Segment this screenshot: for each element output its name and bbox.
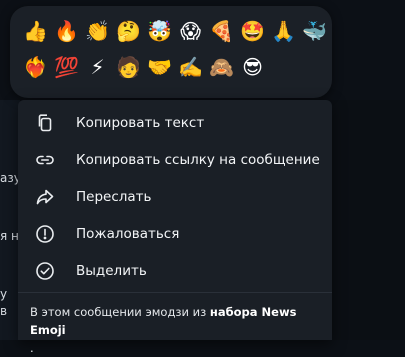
reaction-picker: 👍 🔥 👏 🤔 🤯 😱 🍕 🤩 🙏 🐳 ❤️‍🔥 💯 ⚡ 🧑 🤝 ✍️ 🙈 😎 xyxy=(10,6,332,98)
reaction-thumbs-up[interactable]: 👍 xyxy=(20,16,51,46)
reaction-handshake[interactable]: 🤝 xyxy=(144,52,175,82)
menu-item-label: Переслать xyxy=(76,188,152,205)
menu-item-label: Выделить xyxy=(76,262,147,279)
menu-item-copy-link[interactable]: Копировать ссылку на сообщение xyxy=(18,141,332,178)
reaction-thinking[interactable]: 🤔 xyxy=(113,16,144,46)
reaction-row: 👍 🔥 👏 🤔 🤯 😱 🍕 🤩 🙏 🐳 xyxy=(20,16,330,46)
copy-icon xyxy=(35,113,55,133)
reaction-clap[interactable]: 👏 xyxy=(82,16,113,46)
reaction-row: ❤️‍🔥 💯 ⚡ 🧑 🤝 ✍️ 🙈 😎 xyxy=(20,52,268,82)
menu-item-forward[interactable]: Переслать xyxy=(18,178,332,215)
menu-item-select[interactable]: Выделить xyxy=(18,252,332,289)
chat-text-fragment: у xyxy=(0,287,8,301)
menu-item-label: Копировать ссылку на сообщение xyxy=(76,151,320,168)
link-icon xyxy=(35,150,55,170)
chat-background-right xyxy=(330,100,405,340)
reaction-whale[interactable]: 🐳 xyxy=(299,16,330,46)
reaction-scream[interactable]: 😱 xyxy=(175,16,206,46)
reaction-see-no-evil[interactable]: 🙈 xyxy=(206,52,237,82)
select-icon xyxy=(35,261,55,281)
reaction-fire[interactable]: 🔥 xyxy=(51,16,82,46)
menu-item-copy-text[interactable]: Копировать текст xyxy=(18,104,332,141)
reaction-cool[interactable]: 😎 xyxy=(237,52,268,82)
reaction-mind-blown[interactable]: 🤯 xyxy=(144,16,175,46)
reaction-pray[interactable]: 🙏 xyxy=(268,16,299,46)
emoji-pack-note: В этом сообщении эмодзи из набора News E… xyxy=(30,303,324,357)
forward-icon xyxy=(35,187,55,207)
reaction-heart-on-fire[interactable]: ❤️‍🔥 xyxy=(20,52,51,82)
chat-text-fragment: я н xyxy=(0,229,19,243)
emoji-pack-note-text: В этом сообщении эмодзи из xyxy=(30,305,210,319)
context-menu: Копировать текст Копировать ссылку на со… xyxy=(18,100,332,355)
menu-item-label: Пожаловаться xyxy=(76,225,180,242)
chat-text-fragment: в xyxy=(0,304,8,318)
reaction-writing-hand[interactable]: ✍️ xyxy=(175,52,206,82)
reaction-lightning[interactable]: ⚡ xyxy=(82,52,113,82)
reaction-pizza[interactable]: 🍕 xyxy=(206,16,237,46)
report-icon xyxy=(35,224,55,244)
menu-item-report[interactable]: Пожаловаться xyxy=(18,215,332,252)
reaction-person[interactable]: 🧑 xyxy=(113,52,144,82)
menu-divider xyxy=(18,292,332,293)
menu-item-label: Копировать текст xyxy=(76,114,205,131)
emoji-pack-note-suffix: . xyxy=(30,341,34,355)
reaction-star-struck[interactable]: 🤩 xyxy=(237,16,268,46)
reaction-hundred[interactable]: 💯 xyxy=(51,52,82,82)
